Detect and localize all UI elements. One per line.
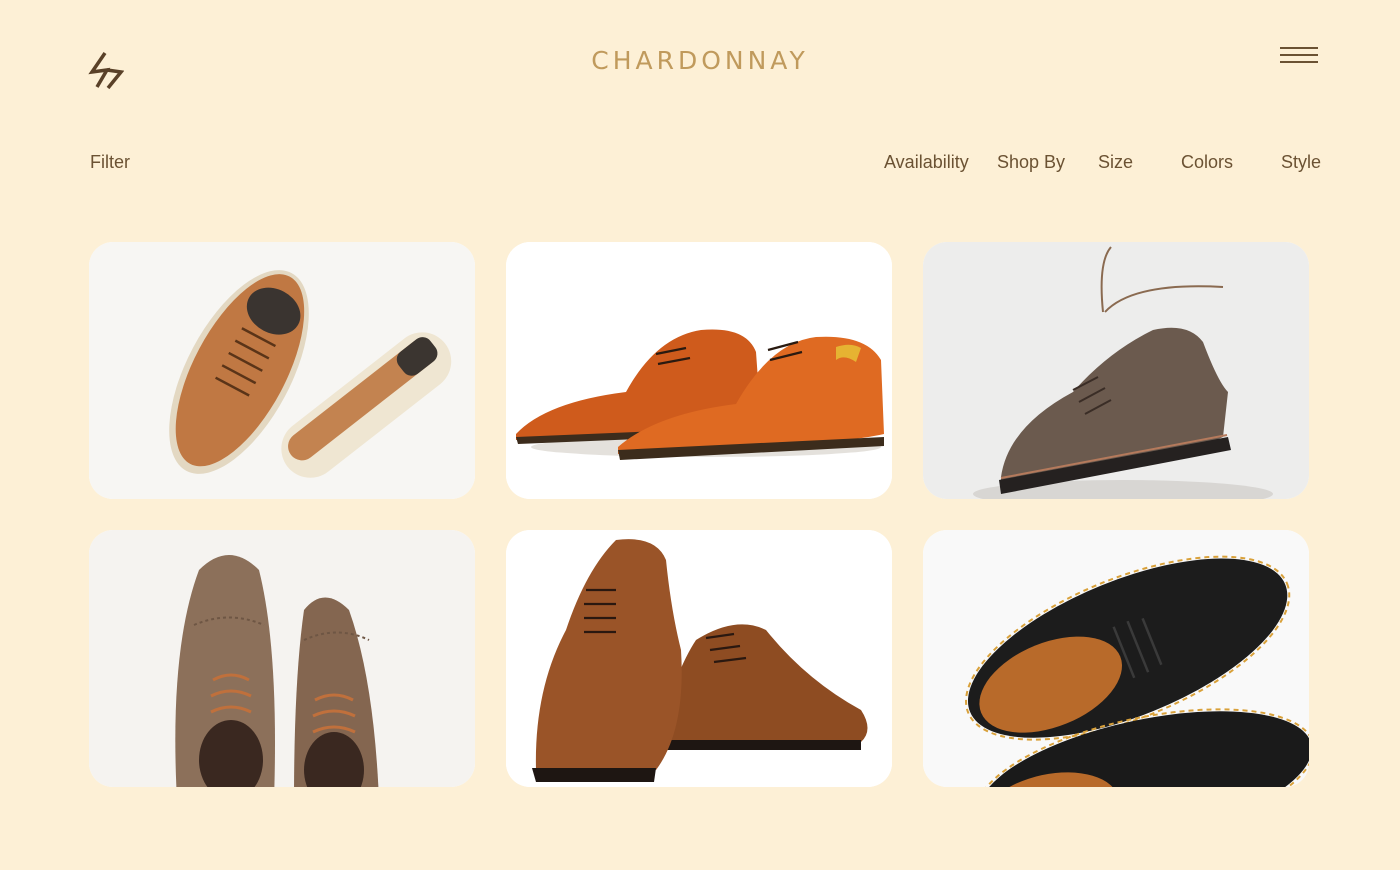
- product-card-orange-leather-oxfords[interactable]: [506, 242, 892, 499]
- product-card-brown-cap-toe-oxfords[interactable]: [506, 530, 892, 787]
- filter-shop-by[interactable]: Shop By: [997, 152, 1065, 173]
- product-card-black-leather-derbies[interactable]: [923, 530, 1309, 787]
- product-image: [89, 242, 475, 499]
- product-image: [506, 242, 892, 499]
- product-card-tan-suede-sneakers[interactable]: [89, 242, 475, 499]
- filter-colors[interactable]: Colors: [1181, 152, 1233, 173]
- product-card-taupe-suede-brogues[interactable]: [89, 530, 475, 787]
- product-image: [923, 530, 1309, 787]
- product-image: [89, 530, 475, 787]
- product-image: [923, 242, 1309, 499]
- hamburger-menu-icon[interactable]: [1280, 46, 1320, 66]
- filter-availability[interactable]: Availability: [884, 152, 969, 173]
- filter-options-bar: Availability Shop By Size Colors Style: [0, 152, 1400, 176]
- product-card-brown-suede-brogue[interactable]: [923, 242, 1309, 499]
- product-image: [506, 530, 892, 787]
- brand-logo-text[interactable]: CHARDONNAY: [0, 46, 1400, 75]
- filter-style[interactable]: Style: [1281, 152, 1321, 173]
- filter-size[interactable]: Size: [1098, 152, 1133, 173]
- product-grid: [0, 0, 1400, 870]
